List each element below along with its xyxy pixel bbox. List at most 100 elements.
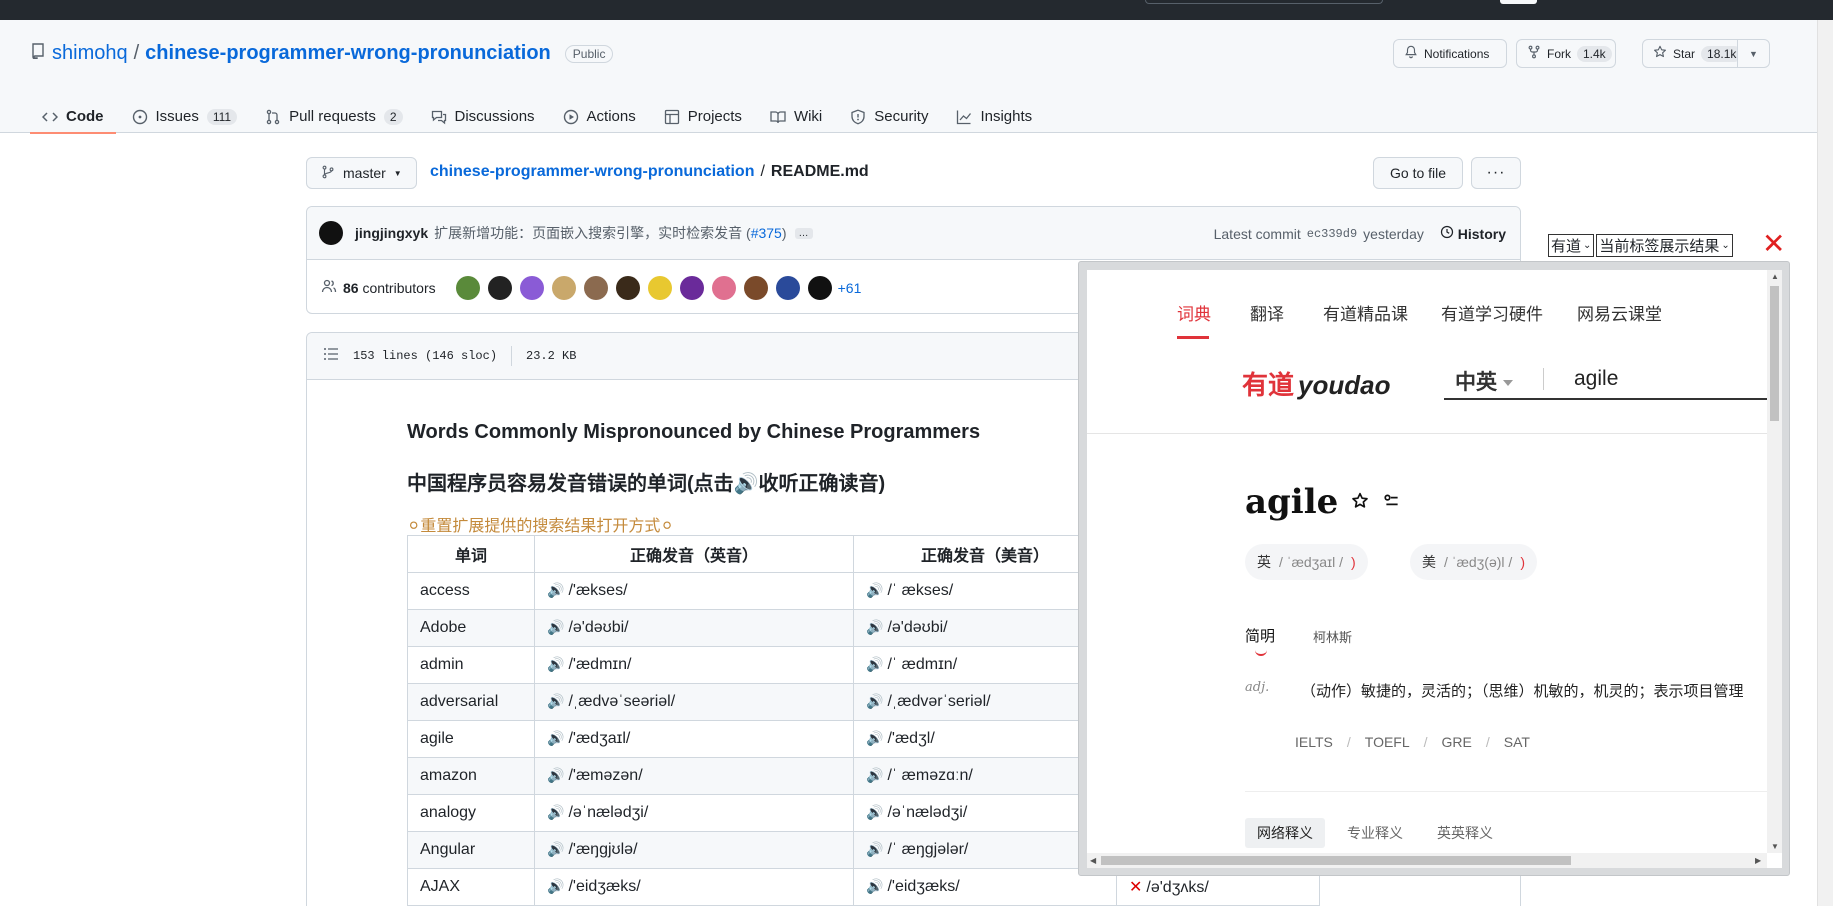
tab-pull-requests[interactable]: Pull requests 2 <box>253 100 414 133</box>
scroll-right-icon[interactable]: ▶ <box>1755 856 1761 865</box>
page-scrollbar[interactable] <box>1817 20 1833 906</box>
speaker-icon[interactable]: 🔊 <box>547 841 564 857</box>
nav-netease-class[interactable]: 网易云课堂 <box>1577 300 1662 325</box>
fork-button[interactable]: Fork 1.4k <box>1516 39 1616 68</box>
star-icon[interactable] <box>1351 492 1369 516</box>
nav-hardware[interactable]: 有道学习硬件 <box>1441 300 1543 325</box>
commit-sha-link[interactable]: ec339d9 <box>1307 227 1357 241</box>
reset-extension-link[interactable]: ⚪重置扩展提供的搜索结果打开方式⚪ <box>407 512 674 536</box>
speaker-icon[interactable]: 🔊 <box>547 878 564 894</box>
popup-horizontal-scroll-thumb[interactable] <box>1101 856 1571 865</box>
breadcrumb-repo-link[interactable]: chinese-programmer-wrong-pronunciation <box>430 163 754 181</box>
commit-message[interactable]: 扩展新增功能：页面嵌入搜索引擎，实时检索发音 (#375) <box>434 223 786 243</box>
avatar[interactable] <box>615 275 640 300</box>
avatar[interactable] <box>679 275 704 300</box>
notifications-button[interactable]: Notifications <box>1393 39 1507 68</box>
uk-pronunciation[interactable]: 英 / ˈædʒaɪl / ) <box>1245 544 1368 580</box>
uk-cell[interactable]: 🔊/ə'dəʊbi/ <box>534 609 854 647</box>
global-search-input[interactable] <box>1145 0 1383 4</box>
list-icon[interactable] <box>323 346 339 366</box>
uk-cell[interactable]: 🔊/'ækses/ <box>534 572 854 610</box>
file-lines: 153 lines (146 sloc) <box>353 349 498 363</box>
star-list-dropdown[interactable]: ▼ <box>1737 39 1770 68</box>
tab-web-meaning[interactable]: 网络释义 <box>1245 818 1325 848</box>
display-mode-select[interactable]: 当前标签展示结果 ⌄ <box>1596 234 1733 257</box>
speaker-icon[interactable]: 🔊 <box>866 656 883 672</box>
uk-cell[interactable]: 🔊/'eidʒæks/ <box>534 868 854 906</box>
wordbook-icon[interactable] <box>1383 492 1401 516</box>
tab-code[interactable]: Code <box>30 100 116 134</box>
branch-selector[interactable]: master ▼ <box>306 157 417 189</box>
global-header-button[interactable] <box>1500 0 1537 4</box>
language-selector[interactable]: 中英 <box>1455 366 1513 396</box>
nav-dictionary[interactable]: 词典 <box>1177 300 1211 325</box>
tab-projects[interactable]: Projects <box>652 100 754 133</box>
speaker-icon[interactable]: 🔊 <box>866 841 883 857</box>
avatar[interactable] <box>743 275 768 300</box>
nav-translate[interactable]: 翻译 <box>1250 300 1284 325</box>
speaker-icon[interactable]: 🔊 <box>866 582 883 598</box>
uk-cell[interactable]: 🔊/'æŋgjʊlə/ <box>534 831 854 869</box>
repo-owner-link[interactable]: shimohq <box>52 42 128 65</box>
more-options-button[interactable]: ··· <box>1471 157 1521 189</box>
tab-issues[interactable]: Issues 111 <box>120 100 250 133</box>
avatar[interactable] <box>711 275 736 300</box>
speaker-icon[interactable]: 🔊 <box>866 693 883 709</box>
tab-concise[interactable]: 简明 <box>1245 625 1275 656</box>
speaker-icon[interactable]: 🔊 <box>866 878 883 894</box>
tab-actions[interactable]: Actions <box>551 100 648 133</box>
repo-name-link[interactable]: chinese-programmer-wrong-pronunciation <box>145 42 551 65</box>
close-icon[interactable]: ✕ <box>1762 230 1785 258</box>
us-pronunciation[interactable]: 美 / ˈædʒ(ə)l / ) <box>1410 544 1537 580</box>
speaker-icon[interactable]: 🔊 <box>866 619 883 635</box>
speaker-icon[interactable]: 🔊 <box>547 619 564 635</box>
youdao-logo[interactable]: 有道 youdao <box>1242 365 1390 402</box>
uk-cell[interactable]: 🔊/'æməzən/ <box>534 757 854 795</box>
speaker-icon[interactable]: 🔊 <box>866 767 883 783</box>
avatar[interactable] <box>487 275 512 300</box>
avatar[interactable] <box>551 275 576 300</box>
scroll-down-icon[interactable]: ▼ <box>1771 842 1779 851</box>
go-to-file-button[interactable]: Go to file <box>1373 157 1464 189</box>
avatar[interactable] <box>775 275 800 300</box>
commit-pr-link[interactable]: #375 <box>751 225 782 241</box>
us-cell[interactable]: 🔊/'eidʒæks/ <box>853 868 1117 906</box>
dictionary-search-input[interactable]: agile <box>1574 367 1618 391</box>
avatar[interactable] <box>807 275 832 300</box>
commit-author[interactable]: jingjingxyk <box>355 225 428 241</box>
tab-insights[interactable]: Insights <box>944 100 1044 133</box>
star-button[interactable]: Star 18.1k <box>1642 39 1743 68</box>
speaker-icon[interactable]: 🔊 <box>866 730 883 746</box>
tab-wiki[interactable]: Wiki <box>758 100 834 133</box>
speaker-icon[interactable]: 🔊 <box>547 767 564 783</box>
speaker-icon[interactable]: 🔊 <box>547 730 564 746</box>
popup-vertical-scroll-thumb[interactable] <box>1770 286 1779 421</box>
speaker-icon[interactable]: 🔊 <box>547 582 564 598</box>
uk-cell[interactable]: 🔊/'ædmɪn/ <box>534 646 854 684</box>
scroll-up-icon[interactable]: ▲ <box>1771 272 1779 281</box>
avatar[interactable] <box>647 275 672 300</box>
more-contributors-link[interactable]: +61 <box>838 280 862 296</box>
tab-english-meaning[interactable]: 英英释义 <box>1437 823 1493 843</box>
tab-collins[interactable]: 柯林斯 <box>1313 625 1352 646</box>
avatar[interactable] <box>583 275 608 300</box>
speaker-icon[interactable]: 🔊 <box>547 693 564 709</box>
avatar[interactable] <box>455 275 480 300</box>
uk-cell[interactable]: 🔊/əˈnælədʒi/ <box>534 794 854 832</box>
commit-expand-button[interactable]: … <box>794 227 813 239</box>
speaker-icon[interactable]: 🔊 <box>866 804 883 820</box>
uk-cell[interactable]: 🔊/ˌædvəˈseəriəl/ <box>534 683 854 721</box>
tab-discussions[interactable]: Discussions <box>419 100 547 133</box>
engine-select[interactable]: 有道 ⌄ <box>1548 234 1595 257</box>
avatar[interactable] <box>319 221 343 245</box>
tab-security[interactable]: Security <box>838 100 940 133</box>
uk-cell[interactable]: 🔊/'ædʒaɪl/ <box>534 720 854 758</box>
avatar[interactable] <box>519 275 544 300</box>
speaker-icon[interactable]: 🔊 <box>547 804 564 820</box>
scroll-left-icon[interactable]: ◀ <box>1090 856 1096 865</box>
contributors-link[interactable]: 86 contributors <box>343 280 436 296</box>
nav-courses[interactable]: 有道精品课 <box>1323 300 1408 325</box>
speaker-icon[interactable]: 🔊 <box>547 656 564 672</box>
tab-professional-meaning[interactable]: 专业释义 <box>1347 823 1403 843</box>
history-link[interactable]: History <box>1440 225 1506 242</box>
